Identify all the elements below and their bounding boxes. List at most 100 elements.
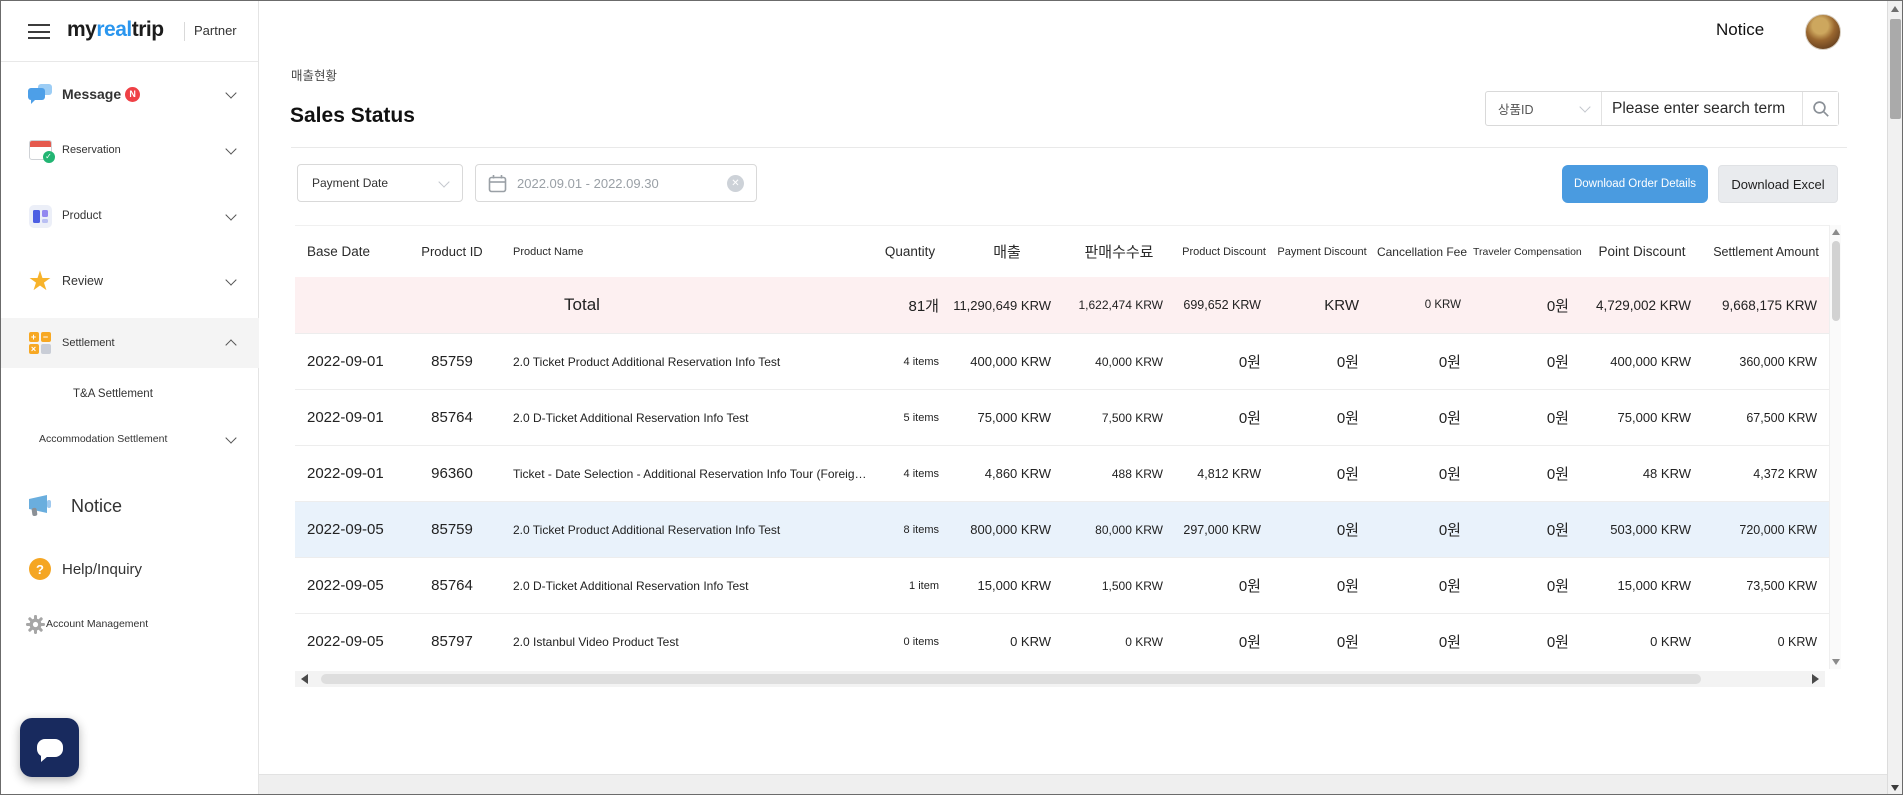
- table-cell: 0 KRW: [1703, 635, 1829, 649]
- breadcrumb: 매출현황: [291, 65, 337, 84]
- clear-date-icon[interactable]: ✕: [727, 175, 744, 192]
- scroll-down-icon[interactable]: [1891, 785, 1899, 791]
- window-vertical-scrollbar[interactable]: [1887, 1, 1902, 795]
- table-header-row: Base DateProduct IDProduct NameQuantity매…: [295, 225, 1829, 277]
- column-header: Cancellation Fee: [1371, 245, 1473, 259]
- search-group: 상품ID: [1485, 91, 1839, 126]
- table-cell: 0원: [1273, 575, 1371, 596]
- table-cell: 2.0 Ticket Product Additional Reservatio…: [501, 523, 869, 537]
- sidebar-item-label: Product: [62, 210, 102, 222]
- table-cell: 7,500 KRW: [1063, 411, 1175, 425]
- table-row[interactable]: 2022-09-05857592.0 Ticket Product Additi…: [295, 501, 1829, 557]
- chevron-down-icon: [438, 176, 449, 187]
- header-notice-link[interactable]: Notice: [1716, 20, 1764, 40]
- sidebar-item-label: T&A Settlement: [73, 388, 153, 400]
- sidebar-item-reservation[interactable]: ✓ Reservation: [1, 130, 259, 170]
- chevron-down-icon: [1579, 101, 1590, 112]
- download-excel-button[interactable]: Download Excel: [1718, 165, 1838, 203]
- table-cell: 0원: [1371, 575, 1473, 596]
- sidebar-item-label: Notice: [71, 496, 122, 517]
- total-cell: 9,668,175 KRW: [1703, 298, 1829, 313]
- sidebar: myrealtrip Partner Message N ✓ Reservati…: [1, 1, 259, 795]
- scroll-left-icon[interactable]: [301, 674, 308, 684]
- total-cell: 81개: [869, 295, 951, 316]
- table-cell: 2022-09-05: [295, 521, 403, 538]
- sidebar-item-help[interactable]: ? Help/Inquiry: [1, 549, 259, 589]
- table-cell: 0원: [1273, 463, 1371, 484]
- sidebar-item-account-management[interactable]: Account Management: [1, 604, 259, 644]
- bottom-strip: [259, 774, 1889, 795]
- new-badge: N: [125, 87, 140, 102]
- sidebar-item-settlement[interactable]: +−× Settlement: [1, 323, 259, 363]
- table-cell: 75,000 KRW: [951, 410, 1063, 425]
- table-cell: 0원: [1473, 631, 1581, 652]
- logo-trip: trip: [132, 18, 164, 41]
- scroll-up-icon[interactable]: [1891, 6, 1899, 12]
- table-cell: 720,000 KRW: [1703, 523, 1829, 537]
- table-cell: Ticket - Date Selection - Additional Res…: [501, 467, 869, 481]
- date-range-picker[interactable]: 2022.09.01 - 2022.09.30 ✕: [475, 164, 757, 202]
- avatar[interactable]: [1805, 14, 1841, 50]
- scroll-right-icon[interactable]: [1812, 674, 1819, 684]
- table-total-row: Total 81개11,290,649 KRW1,622,474 KRW699,…: [295, 277, 1829, 333]
- date-type-value: Payment Date: [312, 176, 388, 190]
- myrealtrip-logo[interactable]: myrealtrip: [67, 18, 164, 42]
- column-header: Quantity: [869, 244, 951, 259]
- table-cell: 0원: [1175, 407, 1273, 428]
- scrollbar-thumb[interactable]: [321, 674, 1701, 684]
- table-cell: 0원: [1371, 351, 1473, 372]
- scrollbar-thumb[interactable]: [1832, 241, 1840, 321]
- table-cell: 85759: [403, 353, 501, 370]
- sidebar-item-tna-settlement[interactable]: T&A Settlement: [1, 374, 259, 414]
- sidebar-item-notice[interactable]: Notice: [1, 486, 259, 526]
- table-cell: 15,000 KRW: [951, 578, 1063, 593]
- table-cell: 73,500 KRW: [1703, 579, 1829, 593]
- table-row[interactable]: 2022-09-01857592.0 Ticket Product Additi…: [295, 333, 1829, 389]
- table-vertical-scrollbar[interactable]: [1829, 225, 1841, 669]
- table-cell: 0원: [1273, 519, 1371, 540]
- product-icon: [27, 205, 53, 228]
- logo-real: real: [96, 18, 131, 41]
- table-cell: 0원: [1473, 407, 1581, 428]
- scroll-up-icon[interactable]: [1832, 229, 1840, 235]
- sidebar-item-product[interactable]: Product: [1, 196, 259, 236]
- app-window: myrealtrip Partner Message N ✓ Reservati…: [0, 0, 1903, 795]
- hamburger-menu-icon[interactable]: [28, 24, 50, 39]
- table-cell: 0원: [1273, 631, 1371, 652]
- reservation-icon: ✓: [27, 140, 53, 160]
- chat-widget-button[interactable]: [20, 718, 79, 777]
- table-cell: 0 KRW: [951, 634, 1063, 649]
- table-body: 2022-09-01857592.0 Ticket Product Additi…: [295, 333, 1841, 669]
- search-category-select[interactable]: 상품ID: [1486, 92, 1602, 125]
- sidebar-item-label: Help/Inquiry: [62, 561, 142, 578]
- table-row[interactable]: 2022-09-05857972.0 Istanbul Video Produc…: [295, 613, 1829, 669]
- table-cell: 2.0 D-Ticket Additional Reservation Info…: [501, 411, 869, 425]
- table-cell: 1 item: [869, 580, 951, 592]
- table-horizontal-scrollbar[interactable]: [295, 671, 1825, 687]
- table-cell: 40,000 KRW: [1063, 355, 1175, 369]
- sidebar-item-message[interactable]: Message N: [1, 74, 259, 114]
- sidebar-item-review[interactable]: ★ Review: [1, 261, 259, 301]
- sidebar-item-accommodation-settlement[interactable]: Accommodation Settlement: [1, 419, 259, 459]
- date-type-select[interactable]: Payment Date: [297, 164, 463, 202]
- table-cell: 2022-09-05: [295, 633, 403, 650]
- scrollbar-thumb[interactable]: [1890, 19, 1901, 119]
- sidebar-item-label: Settlement: [62, 337, 115, 349]
- download-order-details-button[interactable]: Download Order Details: [1562, 165, 1708, 203]
- table-cell: 0원: [1473, 519, 1581, 540]
- column-header: Product ID: [403, 244, 501, 259]
- table-row[interactable]: 2022-09-0196360Ticket - Date Selection -…: [295, 445, 1829, 501]
- total-cell: 11,290,649 KRW: [951, 298, 1063, 313]
- table-cell: 0원: [1473, 575, 1581, 596]
- column-header: Product Discount: [1175, 246, 1273, 258]
- search-button[interactable]: [1802, 92, 1838, 125]
- chat-bubble-icon: [37, 739, 63, 757]
- total-label: Total: [295, 295, 869, 315]
- table-row[interactable]: 2022-09-01857642.0 D-Ticket Additional R…: [295, 389, 1829, 445]
- table-cell: 2.0 Ticket Product Additional Reservatio…: [501, 355, 869, 369]
- total-cell: KRW: [1273, 297, 1371, 314]
- table-row[interactable]: 2022-09-05857642.0 D-Ticket Additional R…: [295, 557, 1829, 613]
- search-input[interactable]: [1602, 92, 1802, 125]
- page-title: Sales Status: [290, 104, 415, 128]
- scroll-down-icon[interactable]: [1832, 659, 1840, 665]
